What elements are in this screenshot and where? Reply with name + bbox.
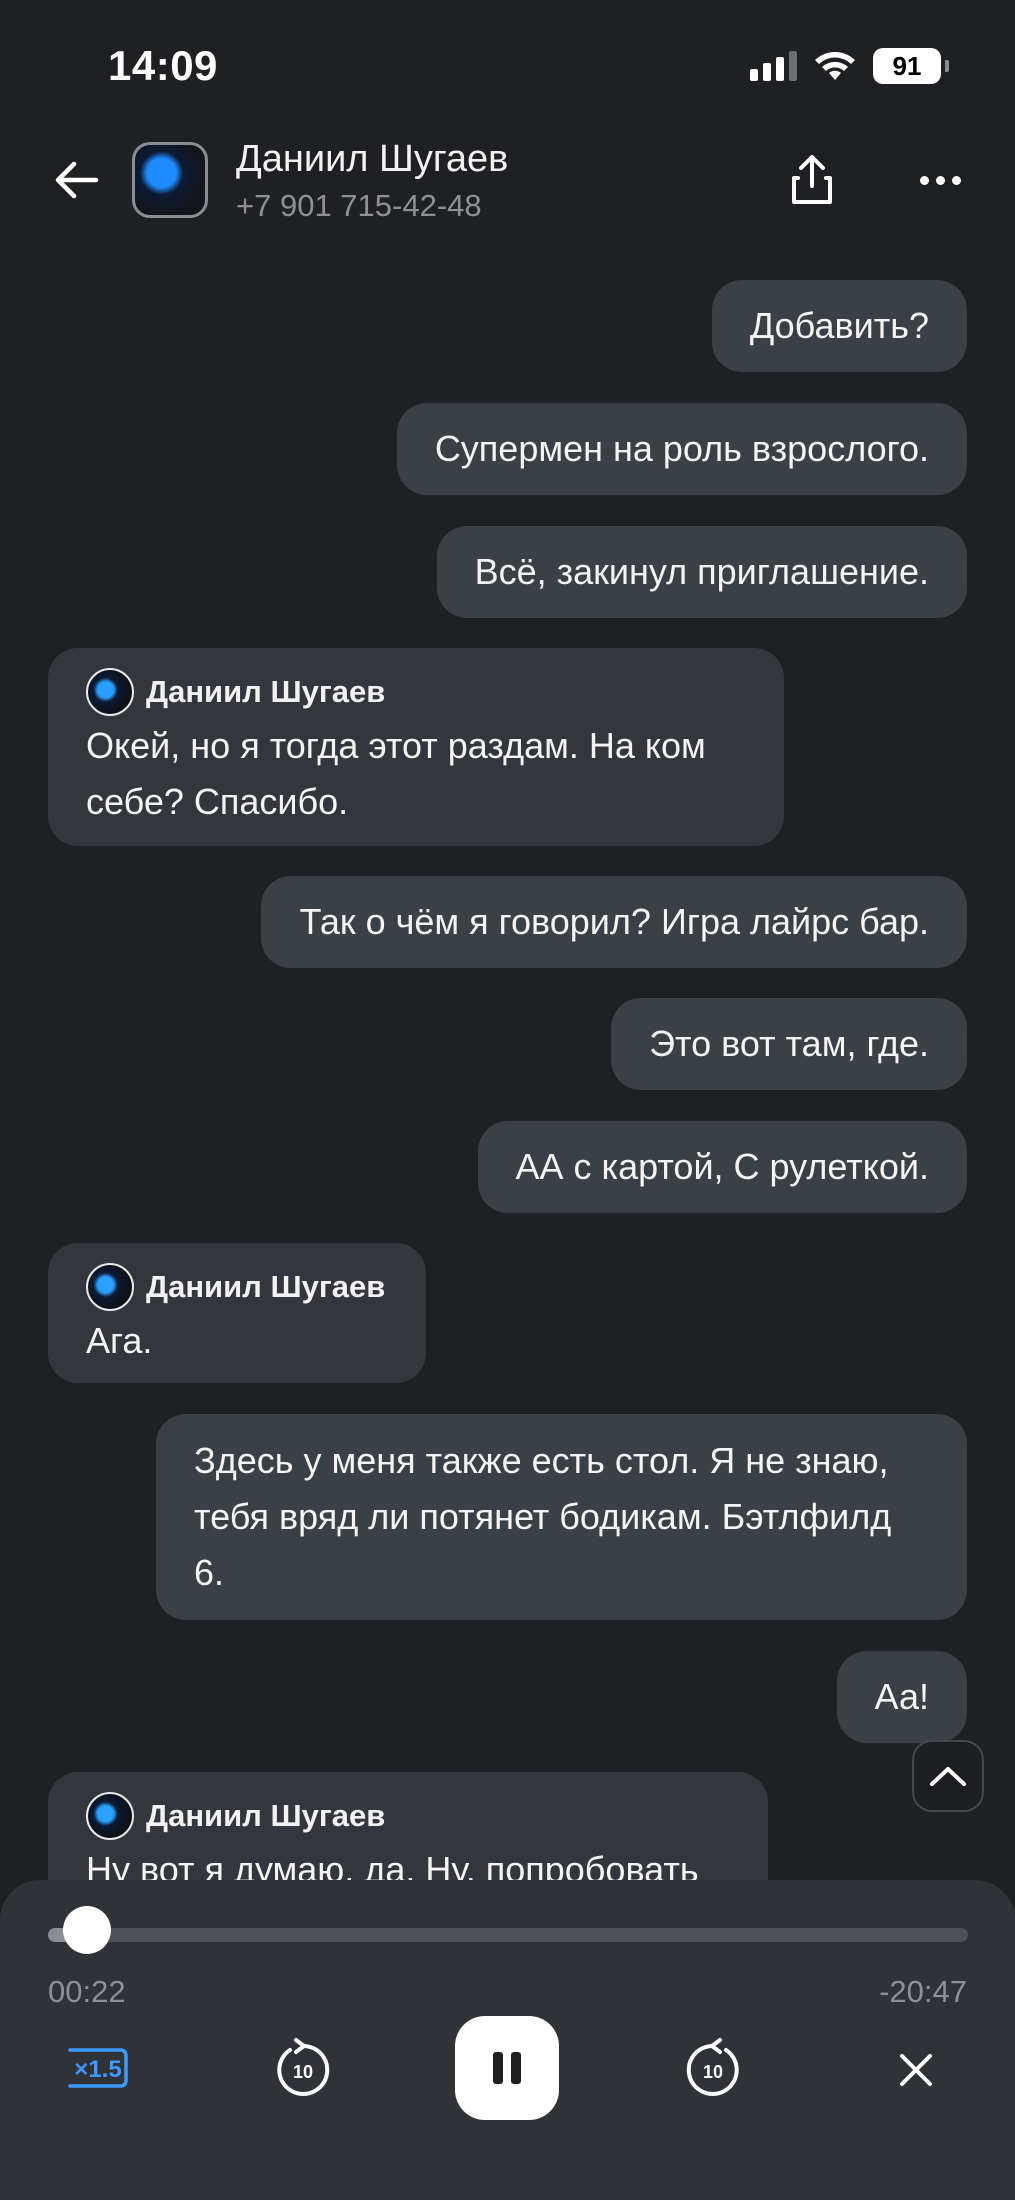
contact-phone: +7 901 715-42-48	[236, 188, 482, 223]
message-text: Аа!	[874, 1676, 929, 1717]
speed-label: ×1.5	[74, 2056, 121, 2083]
more-dots-icon	[919, 175, 929, 185]
status-time: 14:09	[108, 42, 218, 89]
sender-name: Даниил Шугаев	[146, 674, 386, 709]
pause-icon	[493, 2052, 521, 2084]
rewind-10-icon: 10	[277, 2038, 330, 2096]
speed-icon: ×1.5	[68, 2048, 128, 2088]
message-outgoing[interactable]: Здесь у меня также есть стол. Я не знаю,…	[156, 1414, 967, 1620]
message-incoming[interactable]: Даниил Шугаев Окей, но я тогда этот разд…	[48, 648, 784, 846]
status-icons: 91	[750, 48, 949, 84]
more-options-button[interactable]	[910, 150, 970, 210]
message-text: Супермен на роль взрослого.	[434, 428, 929, 469]
sender-avatar	[86, 1792, 134, 1840]
cellular-signal-icon	[750, 51, 797, 81]
message-outgoing[interactable]: Так о чём я говорил? Игра лайрс бар.	[261, 876, 967, 968]
message-outgoing[interactable]: АА с картой, С рулеткой.	[477, 1121, 967, 1213]
forward-label: 10	[703, 2062, 723, 2082]
forward-10-icon: 10	[686, 2038, 739, 2096]
battery-icon: 91	[873, 48, 949, 84]
pause-button[interactable]	[455, 2016, 559, 2120]
message-text: Так о чём я говорил? Игра лайрс бар.	[299, 901, 929, 942]
elapsed-time: 00:22	[48, 1974, 126, 2009]
chevron-up-icon	[930, 1767, 966, 1786]
sender-row: Даниил Шугаев	[86, 666, 746, 718]
sender-row: Даниил Шугаев	[86, 1790, 730, 1842]
remaining-time: -20:47	[879, 1974, 967, 2009]
wifi-icon	[815, 52, 855, 80]
message-outgoing[interactable]: Аа!	[836, 1651, 967, 1743]
message-text: Это вот там, где.	[649, 1023, 929, 1064]
close-icon	[900, 2054, 932, 2086]
sender-avatar	[86, 1263, 134, 1311]
share-button[interactable]	[782, 150, 842, 210]
rewind-label: 10	[293, 2062, 313, 2082]
message-text: Добавить?	[749, 305, 929, 346]
message-text: Окей, но я тогда этот раздам. На ком себ…	[86, 725, 706, 822]
contact-name[interactable]: Даниил Шугаев	[236, 138, 508, 181]
message-outgoing[interactable]: Это вот там, где.	[611, 998, 967, 1090]
message-incoming[interactable]: Даниил Шугаев Ага.	[48, 1243, 426, 1383]
share-icon	[792, 155, 832, 204]
sender-name: Даниил Шугаев	[146, 1269, 386, 1304]
message-outgoing[interactable]: Добавить?	[711, 280, 967, 372]
playback-speed-button[interactable]: ×1.5	[60, 2040, 132, 2096]
scroll-up-button[interactable]	[912, 1740, 984, 1812]
forward-10-button[interactable]: 10	[680, 2036, 746, 2102]
progress-knob[interactable]	[62, 1906, 111, 1954]
battery-level: 91	[873, 48, 941, 84]
contact-avatar[interactable]	[132, 142, 208, 218]
message-text: Ага.	[86, 1320, 153, 1361]
chat-header: Даниил Шугаев +7 901 715-42-48	[0, 130, 1015, 230]
sender-name: Даниил Шугаев	[146, 1798, 386, 1833]
message-outgoing[interactable]: Всё, закинул приглашение.	[436, 526, 967, 618]
message-text: Здесь у меня также есть стол. Я не знаю,…	[194, 1440, 892, 1593]
arrow-left-icon	[55, 161, 99, 199]
back-button[interactable]	[48, 152, 104, 208]
sender-row: Даниил Шугаев	[86, 1261, 388, 1313]
rewind-10-button[interactable]: 10	[270, 2036, 336, 2102]
message-text: АА с картой, С рулеткой.	[515, 1146, 929, 1187]
close-player-button[interactable]	[886, 2040, 946, 2100]
sender-avatar	[86, 668, 134, 716]
progress-track[interactable]	[48, 1928, 968, 1942]
message-outgoing[interactable]: Супермен на роль взрослого.	[396, 403, 967, 495]
chat-screen: 14:09 91 Даниил Шугаев +7 901 715-42-48	[0, 0, 1015, 2200]
message-text: Всё, закинул приглашение.	[474, 551, 929, 592]
